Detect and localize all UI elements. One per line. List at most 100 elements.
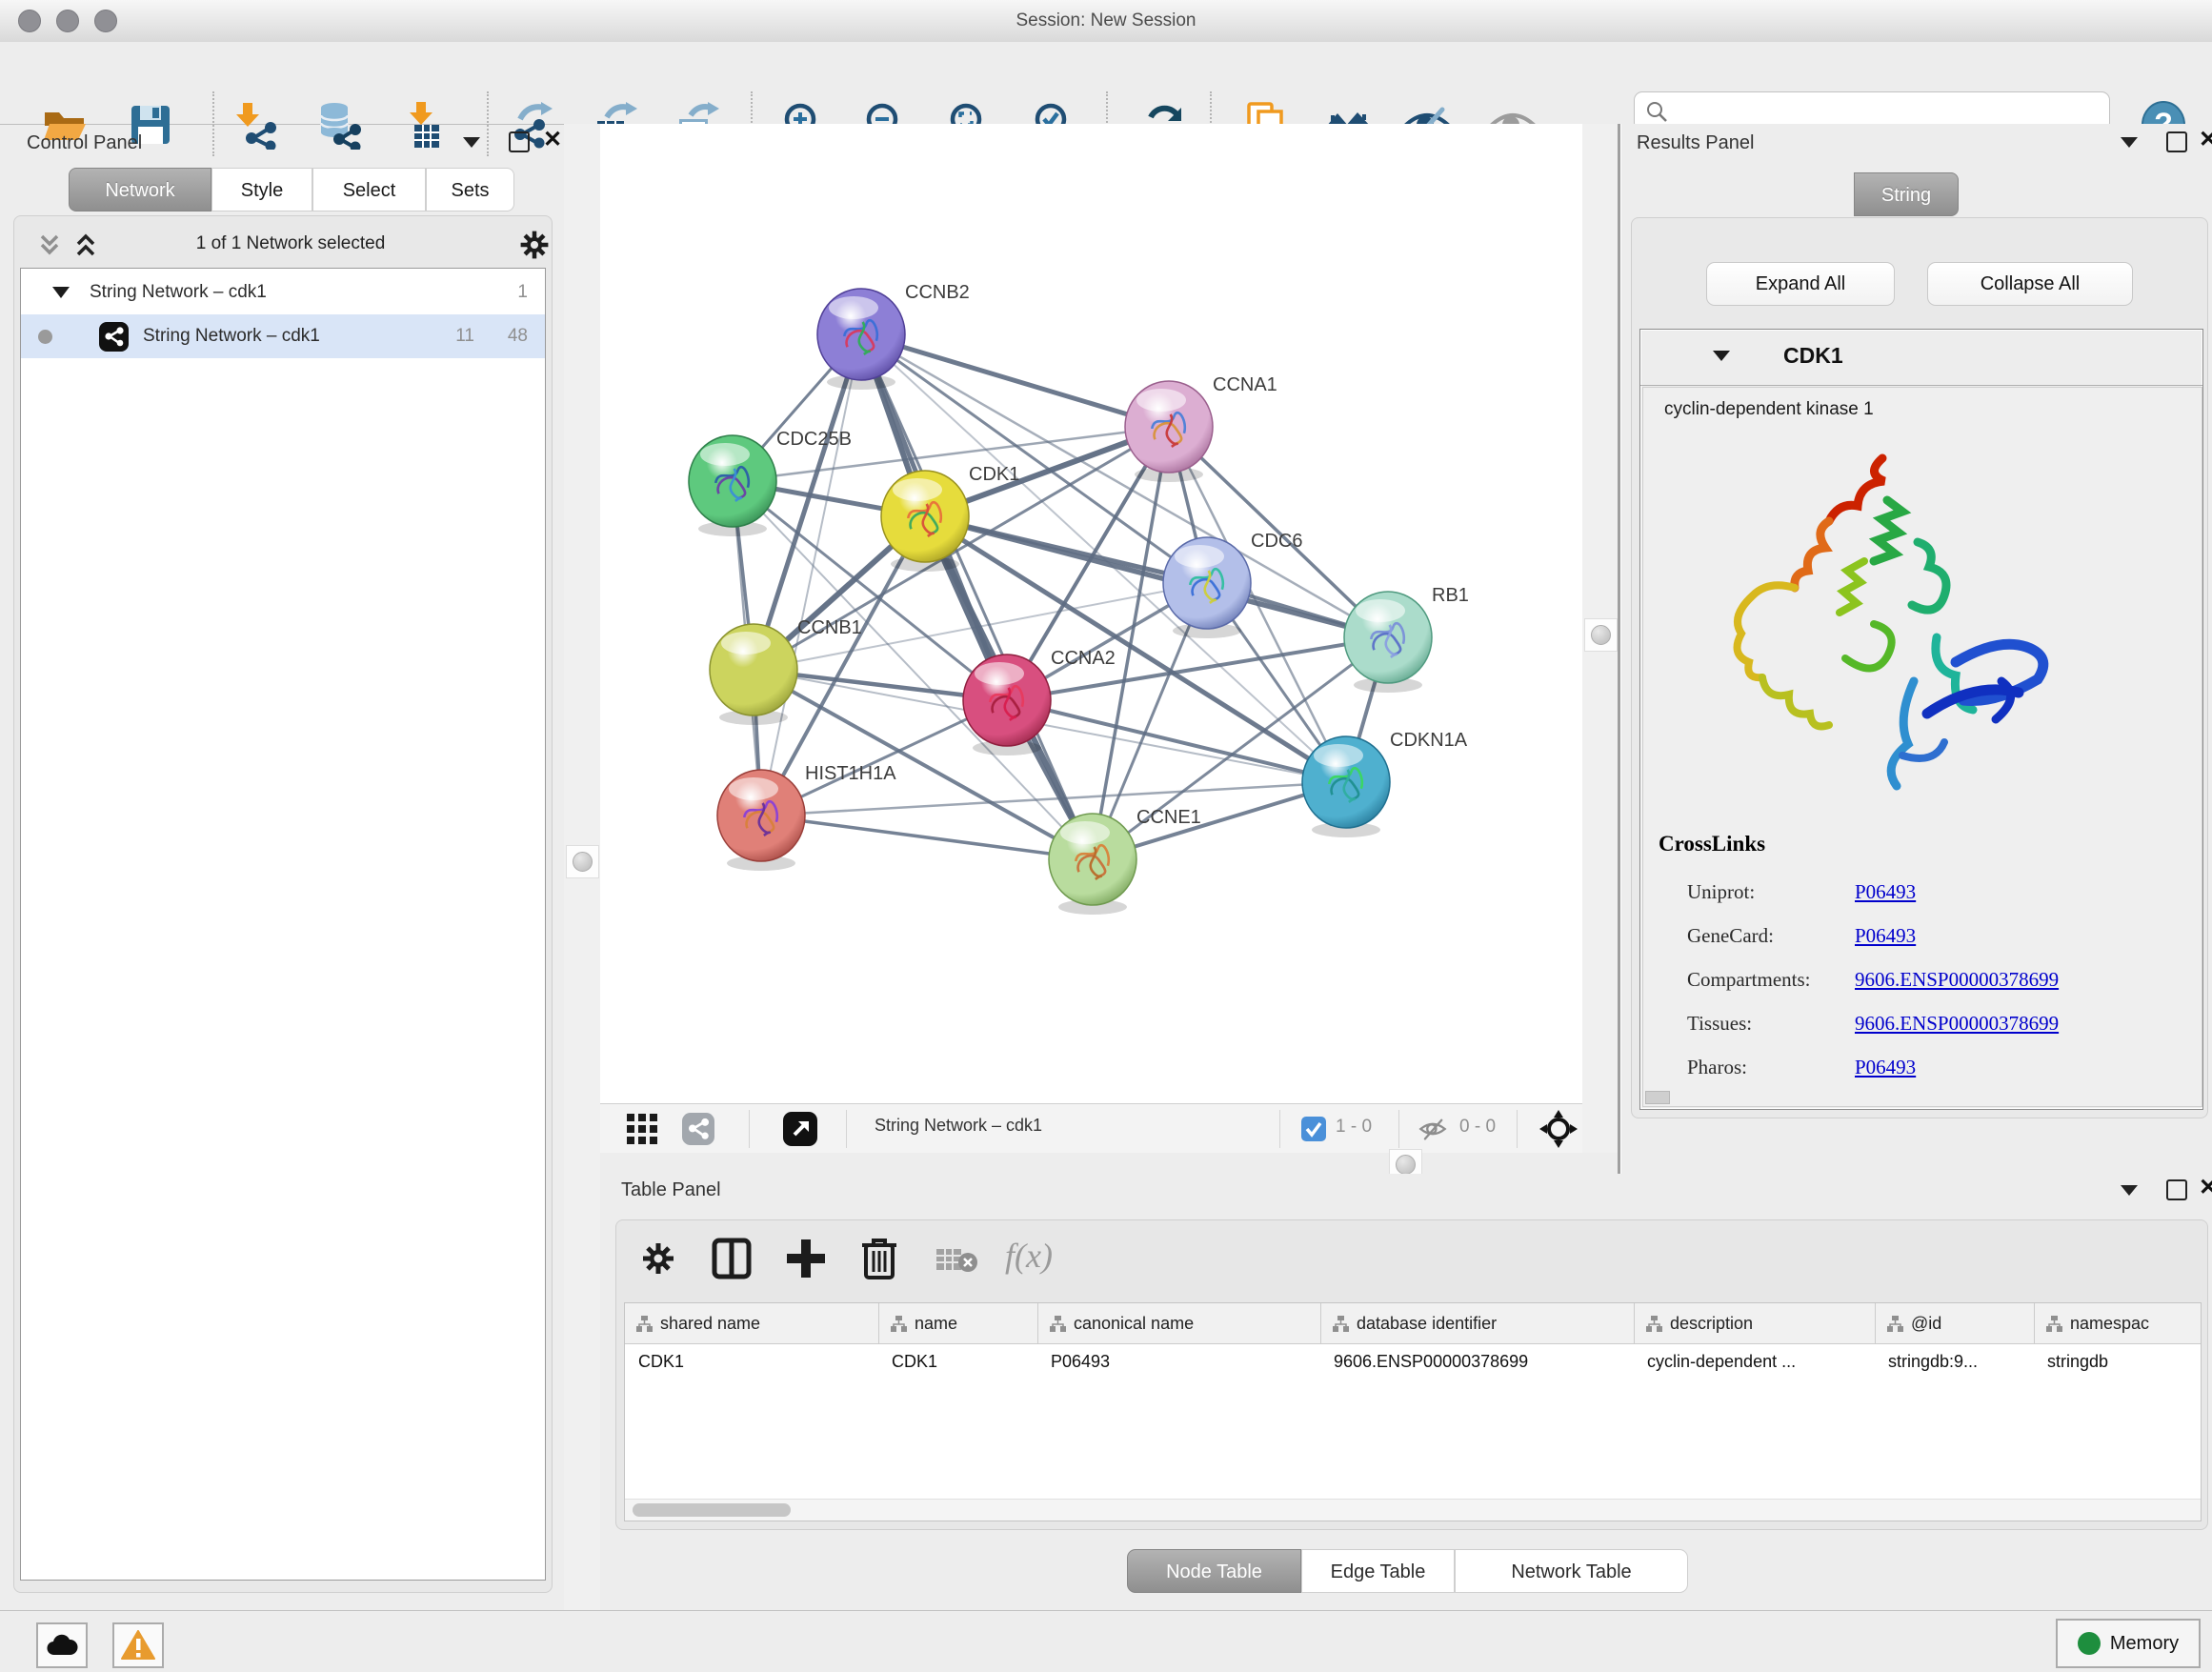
table-panel-maximize-icon[interactable] (2166, 1179, 2187, 1200)
delete-table-icon (936, 1245, 978, 1274)
crosslink-url[interactable]: 9606.ENSP00000378699 (1855, 968, 2059, 992)
crosslinks-heading: CrossLinks (1659, 832, 1765, 856)
network-collection-label: String Network – cdk1 (90, 271, 267, 314)
table-panel: Table Panel ✕ f(x) shared (600, 1174, 2212, 1610)
search-input[interactable] (1669, 101, 2092, 123)
network-collection-row[interactable]: String Network – cdk1 1 (21, 271, 545, 314)
main-toolbar: ? (0, 42, 2212, 125)
tab-network-table[interactable]: Network Table (1455, 1549, 1688, 1593)
delete-column-trash-icon[interactable] (860, 1236, 898, 1279)
fit-selection-crosshair-icon[interactable] (1539, 1110, 1578, 1148)
network-node-count: 11 (455, 314, 474, 358)
table-panel-float-icon[interactable] (2121, 1185, 2138, 1196)
show-columns-icon[interactable] (712, 1238, 752, 1279)
tab-sets[interactable]: Sets (426, 168, 514, 212)
network-panel-body: 1 of 1 Network selected String Network –… (13, 215, 553, 1593)
gene-collapse-triangle-icon[interactable] (1713, 351, 1730, 361)
tab-edge-table[interactable]: Edge Table (1301, 1549, 1455, 1593)
results-scrollbar-stub[interactable] (1645, 1091, 1670, 1104)
crosslink-url[interactable]: P06493 (1855, 880, 1916, 904)
gene-section-header[interactable]: CDK1 (1640, 330, 2202, 386)
crosslink-url[interactable]: P06493 (1855, 1056, 1916, 1079)
network-row-selected[interactable]: String Network – cdk1 11 48 (21, 314, 545, 358)
table-cell[interactable]: cyclin-dependent ... (1634, 1343, 1875, 1380)
node-CDKN1A[interactable]: CDKN1A (1302, 730, 1468, 837)
network-canvas[interactable]: CCNB2CCNA1CDC25BCDK1CDC6RB1CCNB1CCNA2CDK… (600, 124, 1582, 1103)
table-hscrollbar[interactable] (625, 1499, 2201, 1521)
node-label-CDKN1A: CDKN1A (1390, 730, 1468, 751)
left-splitter-handle[interactable] (566, 845, 599, 878)
column-type-icon (1050, 1316, 1066, 1332)
cloud-button[interactable] (36, 1622, 88, 1668)
control-panel-maximize-icon[interactable] (509, 131, 530, 152)
results-panel-float-icon[interactable] (2121, 137, 2138, 148)
tab-select[interactable]: Select (312, 168, 426, 212)
tab-style[interactable]: Style (211, 168, 312, 212)
table-hscrollbar-thumb[interactable] (633, 1503, 791, 1517)
collapse-all-button[interactable]: Collapse All (1927, 262, 2133, 306)
table-cell[interactable]: CDK1 (878, 1343, 1037, 1380)
birds-eye-grid-icon[interactable] (627, 1114, 659, 1144)
table-cell[interactable]: stringdb:9... (1875, 1343, 2034, 1380)
edge-CDK1-RB1[interactable] (925, 516, 1388, 637)
table-cell[interactable]: P06493 (1037, 1343, 1320, 1380)
crosslink-url[interactable]: 9606.ENSP00000378699 (1855, 1012, 2059, 1036)
add-column-plus-icon[interactable] (786, 1238, 826, 1279)
table-cell[interactable]: stringdb (2034, 1343, 2201, 1380)
crosslink-row: GeneCard:P06493 (1687, 914, 2182, 957)
table-cell[interactable]: CDK1 (625, 1343, 878, 1380)
results-panel-title: Results Panel (1637, 132, 1754, 154)
table-row[interactable]: CDK1CDK1P064939606.ENSP00000378699cyclin… (625, 1343, 2201, 1380)
column-header-canonical-name[interactable]: canonical name (1037, 1303, 1320, 1343)
selected-checkbox-icon[interactable] (1301, 1117, 1326, 1141)
edge-CCNA2-CDKN1A[interactable] (1007, 700, 1346, 782)
column-header-namespac[interactable]: namespac (2034, 1303, 2201, 1343)
control-panel-close-icon[interactable]: ✕ (543, 131, 562, 150)
title-bar: Session: New Session (0, 0, 2212, 43)
table-panel-close-icon[interactable]: ✕ (2199, 1178, 2212, 1198)
edge-CCNB2-HIST1H1A[interactable] (761, 334, 861, 816)
string-network-graph[interactable]: CCNB2CCNA1CDC25BCDK1CDC6RB1CCNB1CCNA2CDK… (600, 124, 1582, 1103)
network-edge-count: 48 (508, 314, 528, 358)
table-cell[interactable]: 9606.ENSP00000378699 (1320, 1343, 1634, 1380)
column-type-icon (636, 1316, 653, 1332)
warnings-button[interactable] (112, 1622, 164, 1668)
network-share-icon[interactable] (682, 1113, 714, 1145)
results-panel-close-icon[interactable]: ✕ (2199, 131, 2212, 150)
column-header-database-identifier[interactable]: database identifier (1320, 1303, 1634, 1343)
tab-network[interactable]: Network (69, 168, 211, 212)
warning-icon (121, 1630, 155, 1661)
right-splitter-handle[interactable] (1584, 618, 1618, 652)
node-CCNA1[interactable]: CCNA1 (1125, 374, 1277, 482)
open-in-window-icon[interactable] (783, 1112, 817, 1146)
table-settings-gear-icon[interactable] (639, 1239, 677, 1278)
gene-description: cyclin-dependent kinase 1 (1664, 399, 1874, 420)
collapse-all-chevron-icon[interactable] (35, 232, 64, 260)
node-RB1[interactable]: RB1 (1344, 585, 1469, 693)
horizontal-splitter[interactable] (600, 1153, 1618, 1174)
crosslink-url[interactable]: P06493 (1855, 924, 1916, 948)
column-header-name[interactable]: name (878, 1303, 1037, 1343)
memory-button[interactable]: Memory (2056, 1619, 2201, 1668)
node-label-CCNA2: CCNA2 (1051, 648, 1116, 669)
node-CCNB2[interactable]: CCNB2 (817, 282, 970, 390)
expand-all-button[interactable]: Expand All (1706, 262, 1895, 306)
column-header--id[interactable]: @id (1875, 1303, 2034, 1343)
edge-CCNB2-CCNA1[interactable] (861, 334, 1169, 427)
left-splitter[interactable] (564, 124, 601, 1610)
results-panel-maximize-icon[interactable] (2166, 131, 2187, 152)
crosslink-label: Pharos: (1687, 1056, 1855, 1079)
node-HIST1H1A[interactable]: HIST1H1A (717, 763, 896, 871)
column-header-description[interactable]: description (1634, 1303, 1875, 1343)
node-CCNE1[interactable]: CCNE1 (1049, 807, 1201, 915)
hidden-eye-icon[interactable] (1418, 1115, 1448, 1143)
column-header-shared-name[interactable]: shared name (625, 1303, 878, 1343)
network-options-gear-icon[interactable] (517, 228, 552, 262)
expand-all-chevron-icon[interactable] (71, 232, 100, 260)
tab-string[interactable]: String (1854, 172, 1959, 216)
table-panel-title: Table Panel (621, 1179, 721, 1201)
tree-expand-triangle-icon[interactable] (51, 285, 70, 300)
tab-node-table[interactable]: Node Table (1127, 1549, 1301, 1593)
control-panel-float-icon[interactable] (463, 137, 480, 148)
edge-HIST1H1A-CCNE1[interactable] (761, 816, 1093, 859)
